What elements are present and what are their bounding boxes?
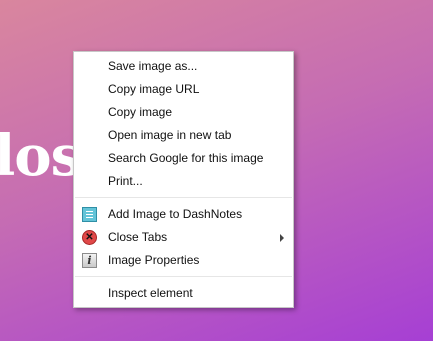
info-icon: i <box>82 253 97 268</box>
menu-item-inspect-element[interactable]: Inspect element <box>74 282 293 305</box>
menu-item-label: Close Tabs <box>108 230 168 244</box>
menu-item-label: Search Google for this image <box>108 151 264 165</box>
menu-item-copy-image[interactable]: Copy image <box>74 101 293 124</box>
menu-item-label: Save image as... <box>108 59 198 73</box>
menu-item-open-image-new-tab[interactable]: Open image in new tab <box>74 124 293 147</box>
menu-item-label: Image Properties <box>108 253 200 267</box>
menu-item-add-to-dashnotes[interactable]: Add Image to DashNotes <box>74 203 293 226</box>
menu-item-print[interactable]: Print... <box>74 170 293 193</box>
submenu-arrow-icon <box>280 234 284 242</box>
close-tabs-icon: ✕ <box>82 230 97 245</box>
menu-separator <box>75 197 292 198</box>
menu-item-copy-image-url[interactable]: Copy image URL <box>74 78 293 101</box>
menu-item-close-tabs[interactable]: ✕ Close Tabs <box>74 226 293 249</box>
menu-item-save-image-as[interactable]: Save image as... <box>74 55 293 78</box>
menu-item-label: Copy image URL <box>108 82 200 96</box>
menu-item-label: Copy image <box>108 105 173 119</box>
menu-item-image-properties[interactable]: i Image Properties <box>74 249 293 272</box>
context-menu: Save image as... Copy image URL Copy ima… <box>73 51 294 308</box>
dashnotes-icon <box>82 207 97 222</box>
menu-item-search-google-image[interactable]: Search Google for this image <box>74 147 293 170</box>
background-heading-text: los <box>0 123 82 189</box>
menu-item-label: Inspect element <box>108 286 193 300</box>
menu-separator <box>75 276 292 277</box>
menu-item-label: Print... <box>108 174 143 188</box>
menu-item-label: Open image in new tab <box>108 128 232 142</box>
menu-item-label: Add Image to DashNotes <box>108 207 243 221</box>
